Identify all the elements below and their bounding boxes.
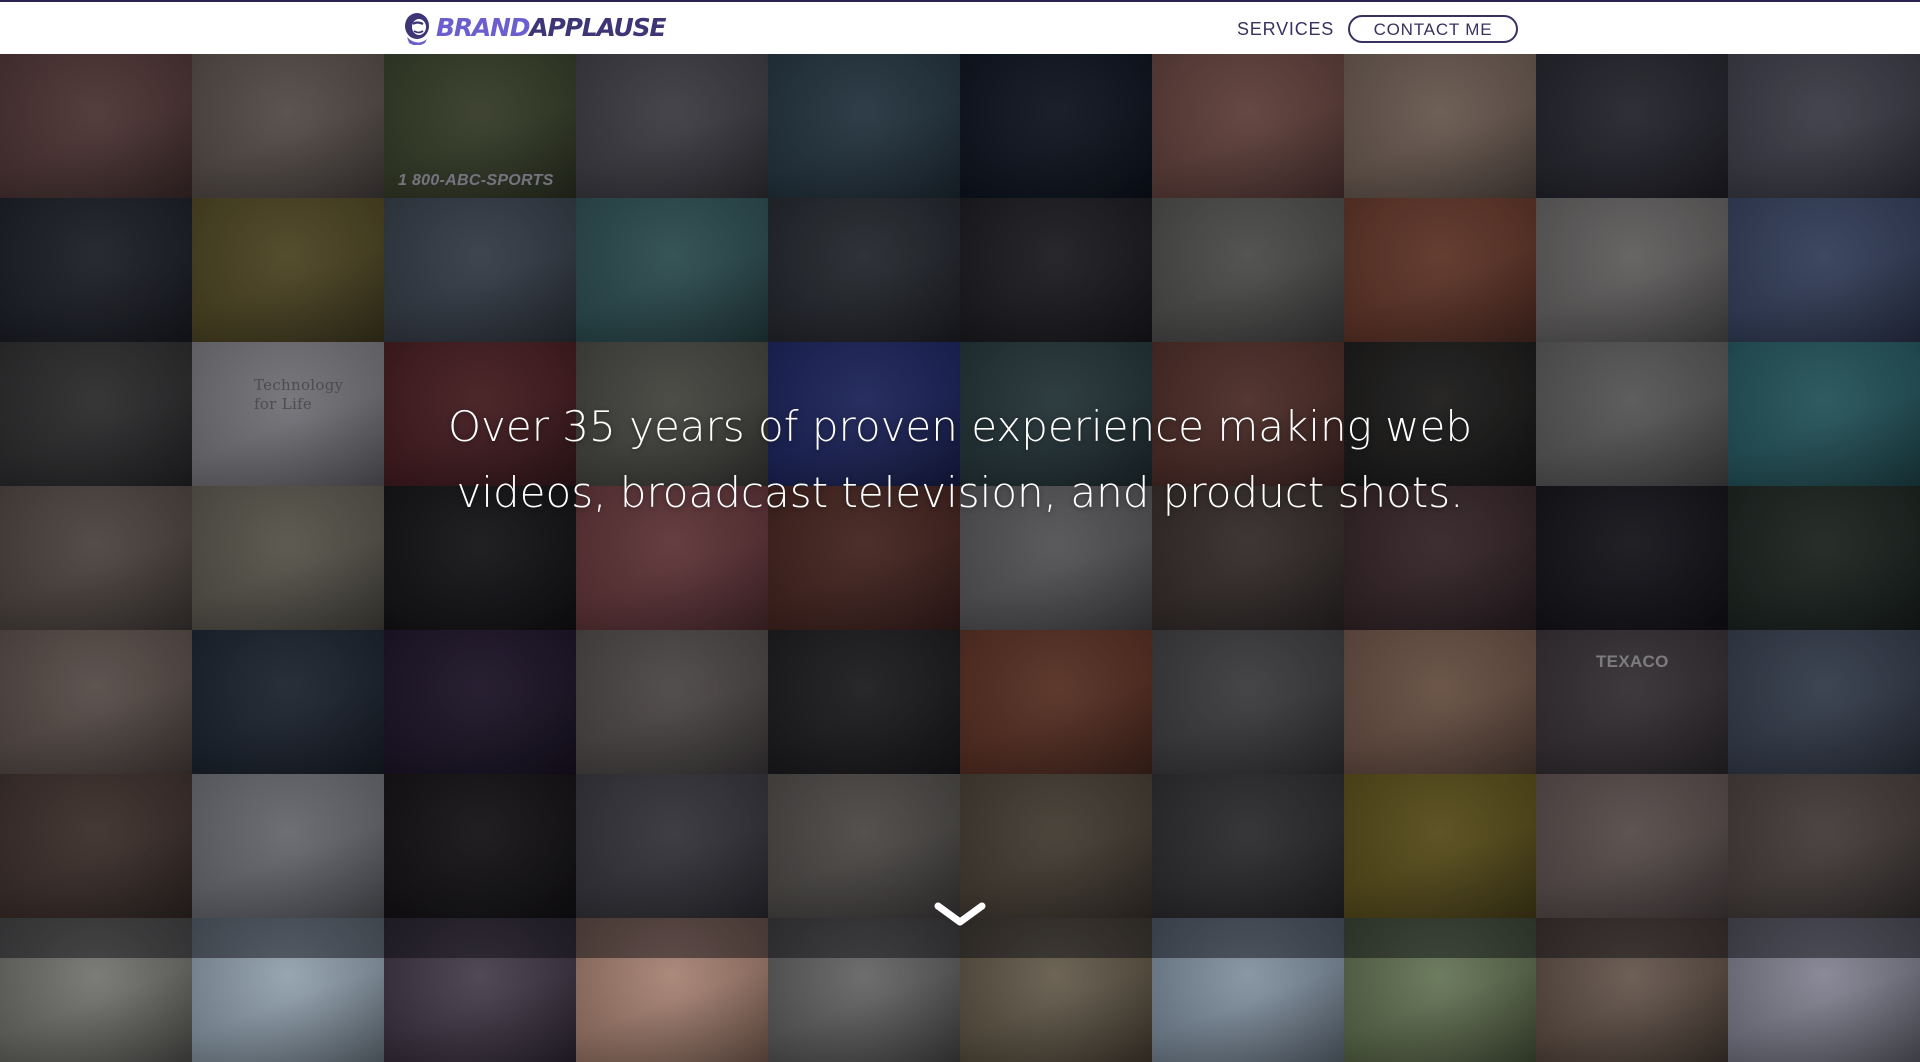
hero-line-2: videos, broadcast television, and produc… bbox=[456, 468, 1464, 517]
hero-line-1: Over 35 years of proven experience makin… bbox=[447, 402, 1473, 451]
brand-logo[interactable]: BRANDAPPLAUSE bbox=[402, 11, 666, 45]
brand-wordmark: BRANDAPPLAUSE bbox=[436, 11, 666, 45]
contact-me-button[interactable]: CONTACT ME bbox=[1348, 15, 1518, 43]
mascot-logo-icon bbox=[405, 13, 429, 45]
top-accent-line bbox=[0, 0, 1920, 2]
site-header: BRANDAPPLAUSE SERVICES CONTACT ME bbox=[0, 2, 1920, 54]
chevron-down-icon[interactable] bbox=[934, 900, 986, 930]
wordmark-brand: BRAND bbox=[436, 13, 531, 42]
wordmark-applause: APPLAUSE bbox=[529, 13, 666, 42]
hero-headline: Over 35 years of proven experience makin… bbox=[380, 394, 1540, 526]
nav-services-link[interactable]: SERVICES bbox=[1237, 16, 1334, 42]
